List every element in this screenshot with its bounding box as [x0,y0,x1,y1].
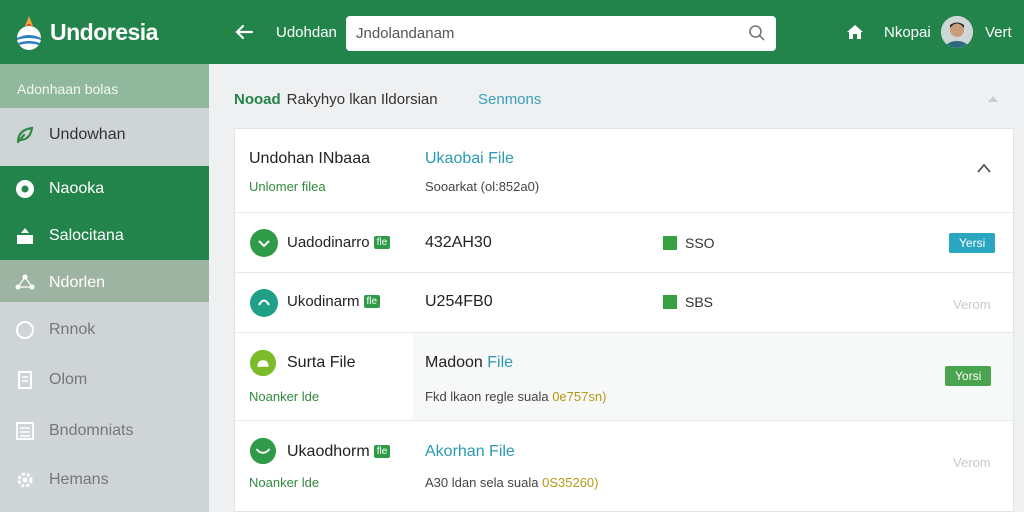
sidebar-item-label: Bndomniats [49,422,134,439]
file-tag: fle [373,236,391,249]
row-name: Ukodinarm fle [287,293,381,310]
top-bar: Undoresia Udohdan Jndolandanam Nkopai Ve… [0,0,1024,64]
section-title: Nooad Rakyhyo lkan Ildorsian [234,91,438,108]
row-name: Undohan INbaaa [249,150,370,167]
sidebar-item-hemans[interactable]: Hemans [0,457,209,503]
row-file-sub-text: Fkd lkaon regle suala [425,389,549,404]
row-file-code: 0S35260) [542,475,599,490]
list-item[interactable]: Ukodinarm fle U254FB0 SBS Verom [235,273,1013,333]
row-file-subtitle: A30 ldan sela suala 0S35260) [425,475,599,490]
sidebar-item-label: Ndorlen [49,274,106,291]
row-name-text: Ukaodhorm [287,443,370,460]
download-icon [250,229,278,257]
row-value: SBS [685,294,714,310]
sidebar-item-label: Naooka [49,180,105,197]
sidebar-item-salocitana[interactable]: Salocitana [0,213,209,260]
list-item[interactable]: Uadodinarro fle 432AH30 SSO Yersi [235,213,1013,273]
gear-icon [16,180,34,198]
row-file-key: Akorhan [425,443,485,460]
row-file-title: Ukaobai File [425,150,514,168]
sidebar-item-label: Olom [49,371,88,388]
row-code: 432AH30 [425,234,492,251]
row-file-subtitle: Fkd lkaon regle suala 0e757sn) [425,389,606,404]
search-icon[interactable] [748,24,766,42]
sidebar-item-label: Undowhan [49,126,126,143]
row-subtitle: Noanker lde [249,389,320,404]
status-square [663,236,677,250]
back-arrow-icon[interactable] [232,20,256,44]
user-short-label[interactable]: Vert [985,24,1012,41]
sidebar-item-naooka[interactable]: Naooka [0,166,209,213]
row-name: Ukaodhorm fle [287,443,391,461]
row-code: U254FB0 [425,293,493,310]
row-highlight-panel [413,333,1013,420]
sidebar-item-rnnok[interactable]: Rnnok [0,307,209,353]
row-action-button[interactable]: Yorsi [945,366,992,386]
section-title-text: Rakyhyo lkan Ildorsian [286,91,438,108]
row-file-key: Ukaobai File [425,150,514,167]
cloud-icon [249,349,277,377]
circle-icon [16,321,34,339]
row-file-sub-text: A30 ldan sela suala [425,475,539,490]
row-value: SSO [685,235,715,251]
sidebar-heading: Adonhaan bolas [0,64,209,108]
upload-icon [17,228,33,244]
document-icon [18,371,32,389]
list-item[interactable]: Surta File Noanker lde Madoon File Fkd l… [235,333,1013,421]
chat-icon [249,437,277,465]
chevron-up-icon[interactable] [977,163,991,173]
list-item[interactable]: Undohan INbaaa Unlomer filea Ukaobai Fil… [235,129,1013,213]
breadcrumb[interactable]: Udohdan [276,24,337,41]
sidebar-heading-label: Adonhaan bolas [17,81,119,97]
sidebar-item-olom[interactable]: Olom [0,357,209,403]
file-tag: fle [363,295,381,308]
row-file-code: 0e757sn) [552,389,607,404]
sidebar-item-label: Salocitana [49,227,124,244]
home-icon[interactable] [845,22,865,42]
row-file-title: Madoon File [425,354,513,372]
sidebar-item-ndorlen[interactable]: Ndorlen [0,260,209,302]
row-action-button[interactable]: Yersi [949,233,996,253]
row-action-button[interactable]: Verom [953,455,991,470]
row-file-word: File [487,354,514,371]
row-file-word: File [489,443,515,460]
row-name: Uadodinarro fle [287,234,391,251]
status-square [663,295,677,309]
sidebar-item-undowhan[interactable]: Undowhan [0,112,209,158]
leaf-icon [16,126,34,144]
sidebar-item-label: Rnnok [49,321,96,338]
row-file-subtitle: Sooarkat (ol:852a0) [425,179,540,194]
row-file-key: Madoon [425,354,483,371]
row-subtitle: Unlomer filea [249,179,326,194]
user-label[interactable]: Nkopai [884,24,931,41]
row-subtitle: Noanker lde [249,475,320,490]
section-link[interactable]: Senmons [478,91,541,108]
section-title-highlight: Nooad [234,91,281,108]
sidebar-item-label: Hemans [49,471,109,488]
sidebar: Adonhaan bolas Undowhan Naooka Salocitan… [0,64,209,512]
row-name-text: Ukodinarm [287,293,360,310]
avatar[interactable] [941,16,973,48]
row-name: Surta File [287,354,356,371]
caret-up-icon[interactable] [988,96,998,102]
app-logo-icon [17,16,41,50]
file-list-card: Undohan INbaaa Unlomer filea Ukaobai Fil… [234,128,1014,512]
list-icon [16,422,34,440]
user-avatar-icon [941,16,973,48]
row-name-text: Uadodinarro [287,234,370,251]
file-tag: fle [373,445,391,458]
search-value: Jndolandanam [356,25,455,42]
app-title: Undoresia [50,19,158,45]
upload-circle-icon [250,289,278,317]
sidebar-item-bndomniats[interactable]: Bndomniats [0,408,209,454]
settings-icon [17,472,33,488]
row-action-button[interactable]: Verom [953,297,991,312]
search-input[interactable]: Jndolandanam [346,16,776,51]
list-item[interactable]: Ukaodhorm fle Noanker lde Akorhan File A3… [235,421,1013,512]
network-icon [15,274,35,290]
row-file-title: Akorhan File [425,443,515,461]
